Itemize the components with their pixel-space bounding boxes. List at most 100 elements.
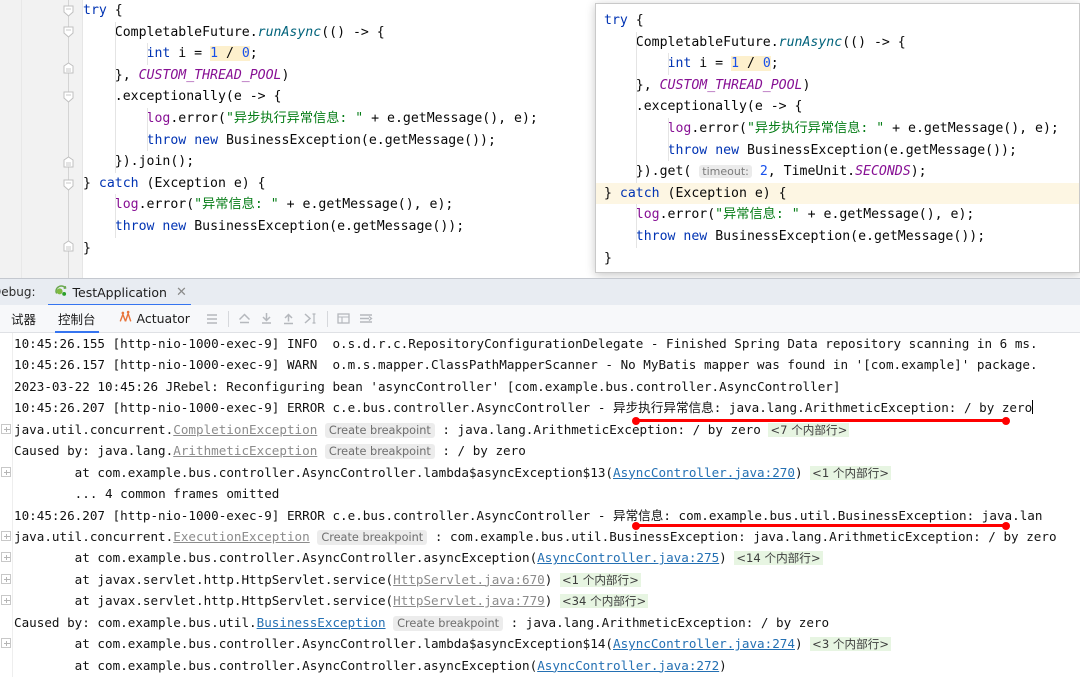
console-line[interactable]: 10:45:26.157 [http-nio-1000-exec-9] WARN… bbox=[0, 354, 1080, 375]
tab-debugger-label: 试器 bbox=[11, 312, 37, 327]
step-out-icon[interactable] bbox=[234, 308, 256, 330]
indent-guide bbox=[668, 53, 669, 75]
close-icon[interactable]: ✕ bbox=[176, 285, 187, 300]
editor-line-number-gutter bbox=[22, 0, 55, 278]
code-token: .error( bbox=[138, 197, 195, 213]
indent-guide bbox=[636, 96, 637, 118]
code-token: log bbox=[635, 207, 660, 223]
stacktrace-link[interactable]: ExecutionException bbox=[173, 529, 309, 544]
stacktrace-link[interactable]: HttpServlet.java:670 bbox=[393, 572, 545, 587]
debug-session-tab[interactable]: TestApplication ✕ bbox=[43, 278, 195, 306]
console-output-panel[interactable]: 10:45:26.155 [http-nio-1000-exec-9] INFO… bbox=[0, 333, 1080, 677]
code-token: try bbox=[83, 3, 107, 18]
code-token: log bbox=[667, 120, 692, 136]
fold-expand-icon[interactable] bbox=[61, 240, 76, 255]
code-line: CompletableFuture.runAsync(() -> { bbox=[604, 31, 1079, 54]
stacktrace-link[interactable]: BusinessException bbox=[257, 615, 386, 630]
fold-collapse-icon[interactable] bbox=[61, 178, 76, 193]
console-line[interactable]: Caused by: com.example.bus.util.Business… bbox=[0, 612, 1080, 633]
code-token: (Exception e) { bbox=[138, 175, 266, 191]
create-breakpoint-button[interactable]: Create breakpoint bbox=[324, 422, 435, 438]
console-line[interactable]: at com.example.bus.controller.AsyncContr… bbox=[0, 633, 1080, 654]
console-line[interactable]: 10:45:26.207 [http-nio-1000-exec-9] ERRO… bbox=[0, 397, 1080, 418]
console-line[interactable]: java.util.concurrent.CompletionException… bbox=[0, 419, 1080, 440]
indent-guide bbox=[115, 151, 116, 173]
actuator-icon bbox=[118, 310, 133, 327]
stacktrace-link[interactable]: CompletionException bbox=[173, 422, 317, 437]
indent-guide bbox=[147, 107, 148, 130]
console-line[interactable]: Caused by: java.lang.ArithmeticException… bbox=[0, 440, 1080, 461]
expand-stacktrace-icon[interactable] bbox=[1, 530, 11, 541]
code-token: 1 / 0 bbox=[731, 56, 771, 72]
soft-wrap-icon[interactable] bbox=[355, 308, 377, 330]
console-text: at com.example.bus.controller.AsyncContr… bbox=[14, 657, 538, 673]
console-text: ) bbox=[544, 571, 560, 587]
tab-actuator[interactable]: Actuator bbox=[107, 305, 201, 333]
editor-line-marker-gutter[interactable] bbox=[0, 0, 22, 278]
collapsed-frames-badge[interactable]: <7 个内部行> bbox=[768, 422, 850, 437]
expand-stacktrace-icon[interactable] bbox=[1, 552, 11, 563]
console-line[interactable]: at com.example.bus.controller.AsyncContr… bbox=[0, 655, 1080, 676]
grid-view-icon[interactable] bbox=[333, 308, 355, 330]
expand-stacktrace-icon[interactable] bbox=[1, 466, 11, 477]
console-line[interactable]: ... 4 common frames omitted bbox=[0, 483, 1080, 504]
fold-collapse-icon[interactable] bbox=[61, 25, 76, 40]
indent-guide bbox=[636, 117, 637, 140]
stacktrace-link[interactable]: HttpServlet.java:779 bbox=[393, 593, 545, 608]
indent-guide bbox=[115, 129, 116, 152]
console-line[interactable]: at com.example.bus.controller.AsyncContr… bbox=[0, 547, 1080, 568]
stacktrace-link[interactable]: AsyncController.java:270 bbox=[613, 465, 795, 480]
fold-expand-icon[interactable] bbox=[61, 62, 76, 77]
indent-guide bbox=[636, 53, 637, 75]
collapsed-frames-badge[interactable]: <1 个内部行> bbox=[559, 572, 641, 587]
fold-collapse-icon[interactable] bbox=[61, 90, 76, 105]
stacktrace-link[interactable]: ArithmeticException bbox=[173, 443, 317, 458]
create-breakpoint-button[interactable]: Create breakpoint bbox=[317, 529, 428, 545]
create-breakpoint-button[interactable]: Create breakpoint bbox=[393, 615, 504, 631]
popup-code-text[interactable]: try { CompletableFuture.runAsync(() -> {… bbox=[604, 10, 1079, 269]
console-line[interactable]: at com.example.bus.controller.AsyncContr… bbox=[0, 462, 1080, 483]
spring-boot-run-icon bbox=[54, 284, 68, 301]
collapsed-frames-badge[interactable]: <3 个内部行> bbox=[810, 637, 892, 652]
code-token: }, bbox=[604, 77, 660, 93]
console-text: at com.example.bus.controller.AsyncContr… bbox=[14, 464, 613, 480]
editor-fold-rail[interactable] bbox=[55, 0, 83, 278]
code-preview-popup[interactable]: try { CompletableFuture.runAsync(() -> {… bbox=[595, 3, 1080, 273]
code-token: try bbox=[604, 13, 628, 28]
indent-guide bbox=[636, 31, 637, 54]
console-line[interactable]: 2023-03-22 10:45:26 JRebel: Reconfigurin… bbox=[0, 376, 1080, 397]
code-token: BusinessException(e.getMessage()); bbox=[218, 132, 496, 148]
console-line[interactable]: 10:45:26.207 [http-nio-1000-exec-9] ERRO… bbox=[0, 505, 1080, 526]
run-to-cursor-icon[interactable] bbox=[300, 308, 322, 330]
collapsed-frames-badge[interactable]: <34 个内部行> bbox=[559, 594, 649, 609]
stacktrace-link[interactable]: AsyncController.java:275 bbox=[537, 550, 719, 565]
console-line[interactable]: at javax.servlet.http.HttpServlet.servic… bbox=[0, 590, 1080, 611]
indent-guide bbox=[668, 139, 669, 162]
collapsed-frames-badge[interactable]: <1 个内部行> bbox=[810, 465, 892, 480]
tab-debugger[interactable]: 试器 bbox=[0, 305, 47, 333]
collapsed-frames-badge[interactable]: <14 个内部行> bbox=[734, 551, 823, 566]
code-token: log bbox=[114, 197, 139, 213]
expand-stacktrace-icon[interactable] bbox=[1, 423, 11, 434]
stacktrace-link[interactable]: AsyncController.java:272 bbox=[537, 658, 719, 673]
console-line[interactable]: 10:45:26.155 [http-nio-1000-exec-9] INFO… bbox=[0, 333, 1080, 354]
fold-collapse-icon[interactable] bbox=[61, 4, 76, 19]
expand-stacktrace-icon[interactable] bbox=[1, 595, 11, 606]
expand-stacktrace-icon[interactable] bbox=[1, 638, 11, 649]
indent-guide bbox=[115, 107, 116, 130]
step-into-icon[interactable] bbox=[256, 308, 278, 330]
stacktrace-link[interactable]: AsyncController.java:274 bbox=[613, 636, 795, 651]
force-step-into-icon[interactable] bbox=[278, 308, 300, 330]
console-line[interactable]: java.util.concurrent.ExecutionException … bbox=[0, 526, 1080, 547]
code-token: (Exception e) { bbox=[659, 185, 787, 201]
console-text: : java.lang.ArithmeticException: / by ze… bbox=[434, 421, 769, 437]
expand-stacktrace-icon[interactable] bbox=[1, 573, 11, 584]
tab-console[interactable]: 控制台 bbox=[47, 305, 107, 333]
fold-expand-icon[interactable] bbox=[61, 156, 76, 171]
create-breakpoint-button[interactable]: Create breakpoint bbox=[324, 444, 435, 460]
hamburger-menu-icon[interactable] bbox=[201, 308, 223, 330]
console-line[interactable]: at javax.servlet.http.HttpServlet.servic… bbox=[0, 569, 1080, 590]
console-log-lines[interactable]: 10:45:26.155 [http-nio-1000-exec-9] INFO… bbox=[0, 333, 1080, 677]
indent-guide bbox=[115, 215, 116, 238]
